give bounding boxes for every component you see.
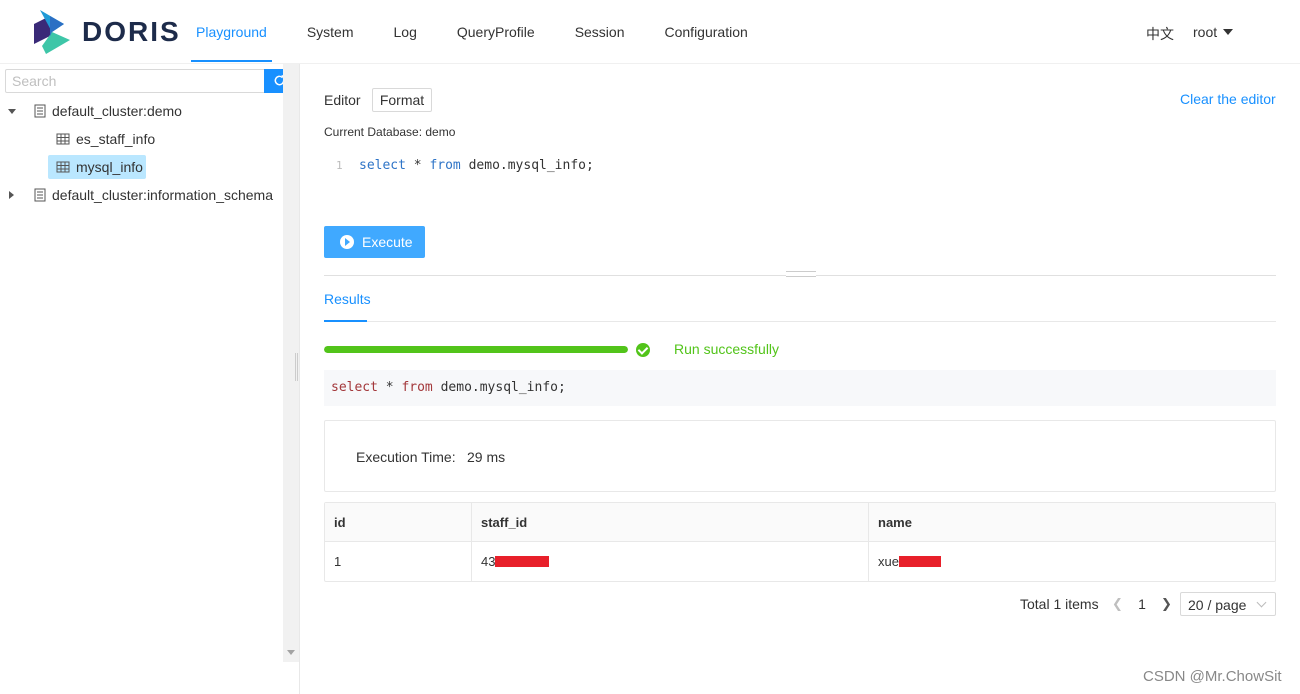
tree-table-label: es_staff_info [76,131,156,147]
clear-editor-link[interactable]: Clear the editor [1180,91,1276,107]
prev-page-icon[interactable]: ❮ [1112,592,1123,616]
code-star: * [405,158,430,173]
table-header: id staff_id name [325,503,1275,542]
page-number[interactable]: 1 [1136,592,1148,616]
brand-name: DORIS [82,16,181,47]
nav-log[interactable]: Log [374,0,437,64]
panel-resize-handle[interactable] [295,353,298,381]
active-tab-indicator [324,320,367,322]
execution-time-value: 29 ms [467,449,506,465]
tab-results[interactable]: Results [324,291,371,307]
redaction-mark [495,556,550,567]
page-size-value: 20 / page [1188,597,1247,613]
keyword-from: from [401,380,433,395]
tree-table-label: mysql_info [76,159,143,175]
keyword-from: from [429,158,461,173]
execute-button[interactable]: Execute [324,226,425,258]
top-header: DORIS Playground System Log QueryProfile… [0,0,1300,64]
tree-db-label: default_cluster:demo [52,103,182,119]
chevron-down-icon [1256,597,1267,608]
code-line-text: select * from demo.mysql_info; [359,156,594,176]
nav-playground[interactable]: Playground [176,0,287,64]
nav-queryprofile[interactable]: QueryProfile [437,0,555,64]
run-progress-bar [324,346,628,353]
tab-divider [324,321,1276,322]
tree-db-demo[interactable]: default_cluster:demo [0,99,283,123]
expand-caret-icon[interactable] [9,191,14,199]
execute-label: Execute [362,234,413,250]
nav-session[interactable]: Session [555,0,645,64]
cell-staff-id: 43 [472,542,869,581]
language-switch[interactable]: 中文 [1146,24,1174,44]
tree-table-mysql-info[interactable]: mysql_info [48,155,146,179]
check-circle-icon [636,343,650,357]
page-size-select[interactable]: 20 / page [1180,592,1276,616]
run-status-text: Run successfully [674,341,780,357]
results-table: id staff_id name 1 43 xue [324,502,1276,582]
progress-fill [324,346,628,353]
cell-staff-id-text: 43 [481,554,496,569]
user-name: root [1193,24,1218,40]
main-nav: Playground System Log QueryProfile Sessi… [176,0,768,64]
database-sidebar: default_cluster:demo es_staff_info mysql… [0,64,300,694]
table-icon [56,161,70,173]
drag-handle-icon[interactable] [786,271,816,277]
cell-id: 1 [325,542,472,581]
execution-time-card: Execution Time: 29 ms [324,420,1276,492]
table-icon [56,133,70,145]
format-button[interactable]: Format [372,88,432,112]
executed-sql: select * from demo.mysql_info; [324,370,1276,406]
nav-configuration[interactable]: Configuration [645,0,768,64]
execution-time-label: Execution Time: [356,449,456,465]
column-header-id: id [325,503,472,542]
tree-db-information-schema[interactable]: default_cluster:information_schema [0,183,283,207]
database-icon [34,188,46,202]
sql-editor[interactable]: 1 select * from demo.mysql_info; [324,156,1276,176]
line-number: 1 [336,159,343,172]
editor-label: Editor [324,92,361,108]
table-row: 1 43 xue [325,542,1275,581]
expand-caret-icon[interactable] [8,109,16,114]
user-menu[interactable]: root [1193,24,1234,40]
column-header-staff-id: staff_id [472,503,869,542]
tree-db-label: default_cluster:information_schema [52,187,274,203]
search-input[interactable] [5,69,265,93]
scroll-down-icon[interactable] [287,650,295,655]
next-page-icon[interactable]: ❯ [1161,592,1172,616]
caret-down-icon [1223,29,1234,35]
keyword-select: select [331,380,378,395]
keyword-select: select [359,158,406,173]
cell-name: xue [869,542,1275,581]
code-rest: demo.mysql_info; [460,158,594,173]
column-header-name: name [878,515,912,530]
code-star: * [377,380,402,395]
current-database: Current Database: demo [324,125,456,139]
watermark: CSDN @Mr.ChowSit [1143,668,1282,685]
database-icon [34,104,46,118]
play-icon [340,235,354,249]
tree-table-es-staff-info[interactable]: es_staff_info [52,127,162,151]
pagination-total: Total 1 items [1020,596,1099,612]
redaction-mark [898,556,941,567]
code-rest: demo.mysql_info; [432,380,566,395]
nav-system[interactable]: System [287,0,374,64]
doris-logo-icon [34,10,70,54]
cell-name-text: xue [878,554,899,569]
search-bar [5,69,294,93]
playground-main: Editor Format Clear the editor Current D… [300,64,1300,694]
